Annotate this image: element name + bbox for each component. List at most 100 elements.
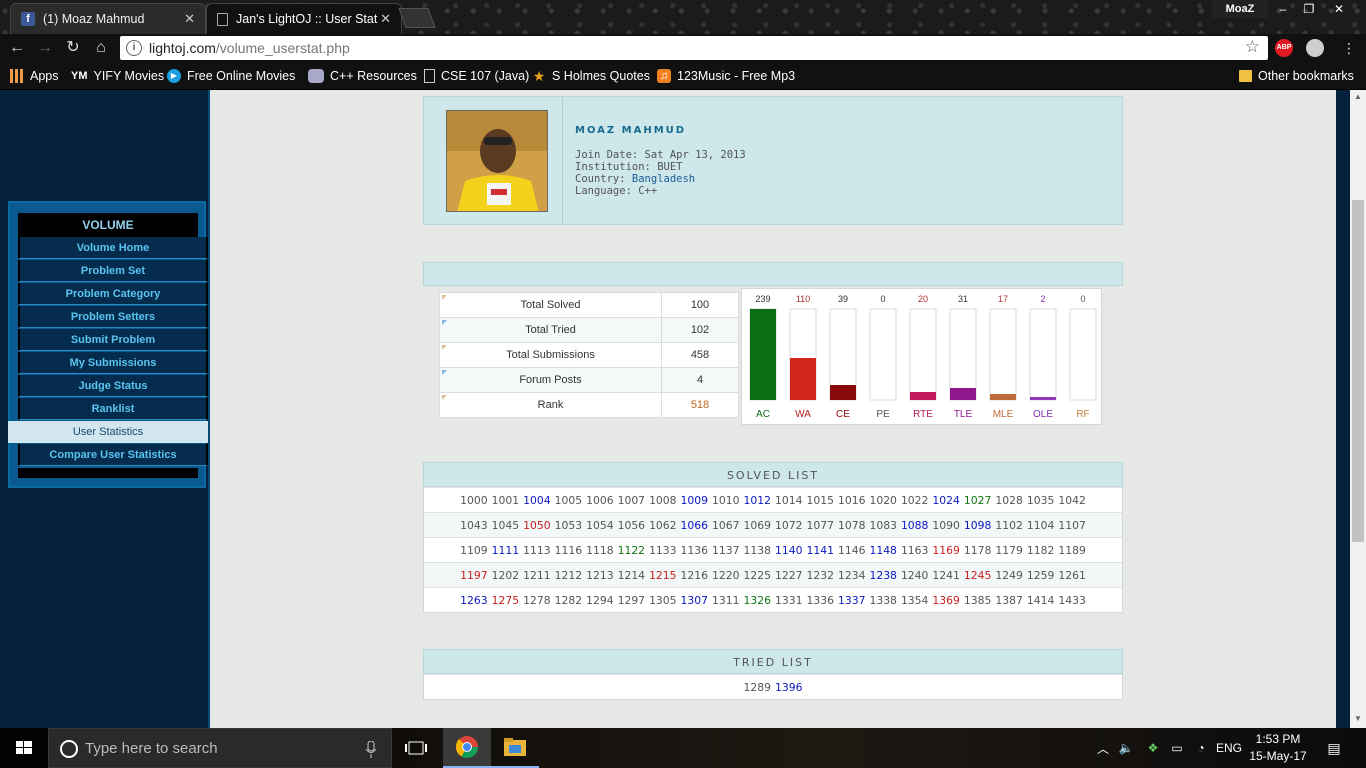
problem-id-link[interactable]: 1146 [838,544,865,557]
problem-id-link[interactable]: 1294 [586,594,613,607]
problem-id-link[interactable]: 1020 [869,494,896,507]
problem-id-link[interactable]: 1240 [901,569,928,582]
scrollbar-thumb[interactable] [1352,200,1364,542]
problem-id-link[interactable]: 1259 [1027,569,1054,582]
start-button[interactable] [0,728,48,768]
problem-id-link[interactable]: 1010 [712,494,739,507]
problem-id-link[interactable]: 1083 [869,519,896,532]
extension-icon[interactable] [1306,39,1324,57]
task-view-icon[interactable] [392,728,440,768]
problem-id-link[interactable]: 1211 [523,569,550,582]
forward-arrow-icon[interactable]: → [34,37,56,59]
bookmark-other[interactable]: Other bookmarks [1239,62,1354,90]
problem-id-link[interactable]: 1337 [838,594,865,607]
problem-id-link[interactable]: 1016 [838,494,865,507]
menu-item-problem-setters[interactable]: Problem Setters [18,306,208,328]
menu-item-user-statistics[interactable]: User Statistics [8,421,208,443]
problem-id-link[interactable]: 1140 [775,544,802,557]
problem-id-link[interactable]: 1336 [806,594,833,607]
problem-id-link[interactable]: 1067 [712,519,739,532]
problem-id-link[interactable]: 1008 [649,494,676,507]
bookmark-apps[interactable]: Apps [10,62,59,90]
tab-facebook[interactable]: f (1) Moaz Mahmud ✕ [10,3,206,34]
address-bar[interactable]: i lightoj.com/volume_userstat.php ☆ [120,36,1268,60]
problem-id-link[interactable]: 1331 [775,594,802,607]
problem-id-link[interactable]: 1263 [460,594,487,607]
menu-item-compare-user-statistics[interactable]: Compare User Statistics [18,444,208,466]
problem-id-link[interactable]: 1202 [492,569,519,582]
problem-id-link[interactable]: 1004 [523,494,550,507]
problem-id-link[interactable]: 1012 [744,494,771,507]
problem-id-link[interactable]: 1238 [869,569,896,582]
problem-id-link[interactable]: 1387 [995,594,1022,607]
close-window-icon[interactable]: ✕ [1326,0,1352,18]
taskbar-clock[interactable]: 1:53 PM 15-May-17 [1240,731,1316,765]
problem-id-link[interactable]: 1111 [492,544,519,557]
problem-id-link[interactable]: 1001 [492,494,519,507]
problem-id-link[interactable]: 1062 [649,519,676,532]
problem-id-link[interactable]: 1102 [995,519,1022,532]
scroll-down-icon[interactable]: ▼ [1350,712,1366,726]
scroll-up-icon[interactable]: ▲ [1350,90,1366,104]
taskbar-search[interactable]: Type here to search [48,728,392,768]
problem-id-link[interactable]: 1009 [681,494,708,507]
problem-id-link[interactable]: 1056 [618,519,645,532]
problem-id-link[interactable]: 1109 [460,544,487,557]
bookmark-yify[interactable]: YM YIFY Movies [71,62,164,90]
problem-id-link[interactable]: 1249 [995,569,1022,582]
problem-id-link[interactable]: 1212 [555,569,582,582]
problem-id-link[interactable]: 1282 [555,594,582,607]
problem-id-link[interactable]: 1077 [806,519,833,532]
problem-id-link[interactable]: 1305 [649,594,676,607]
country-link[interactable]: Bangladesh [632,173,695,185]
tab-lightoj[interactable]: Jan's LightOJ :: User Stati ✕ [206,3,402,34]
problem-id-link[interactable]: 1045 [492,519,519,532]
problem-id-link[interactable]: 1396 [775,681,802,694]
problem-id-link[interactable]: 1028 [995,494,1022,507]
restore-icon[interactable]: ❐ [1296,0,1322,18]
bookmark-123music[interactable]: ♫ 123Music - Free Mp3 [657,62,795,90]
problem-id-link[interactable]: 1433 [1058,594,1085,607]
reload-icon[interactable]: ↻ [62,37,84,59]
problem-id-link[interactable]: 1311 [712,594,739,607]
problem-id-link[interactable]: 1069 [744,519,771,532]
sync-tray-icon[interactable]: ❖ [1142,728,1164,768]
wifi-icon[interactable]: ◔ [1190,728,1212,768]
problem-id-link[interactable]: 1136 [681,544,708,557]
problem-id-link[interactable]: 1414 [1027,594,1054,607]
close-tab-icon[interactable]: ✕ [380,11,391,27]
problem-id-link[interactable]: 1138 [744,544,771,557]
problem-id-link[interactable]: 1014 [775,494,802,507]
file-explorer-icon[interactable] [491,728,539,768]
problem-id-link[interactable]: 1163 [901,544,928,557]
tray-chevron-up-icon[interactable]: ︿ [1094,728,1112,768]
problem-id-link[interactable]: 1116 [555,544,582,557]
problem-id-link[interactable]: 1050 [523,519,550,532]
problem-id-link[interactable]: 1234 [838,569,865,582]
problem-id-link[interactable]: 1088 [901,519,928,532]
problem-id-link[interactable]: 1227 [775,569,802,582]
problem-id-link[interactable]: 1225 [744,569,771,582]
menu-kebab-icon[interactable]: ⋮ [1338,37,1360,59]
problem-id-link[interactable]: 1035 [1027,494,1054,507]
problem-id-link[interactable]: 1216 [681,569,708,582]
problem-id-link[interactable]: 1090 [932,519,959,532]
problem-id-link[interactable]: 1007 [618,494,645,507]
menu-item-my-submissions[interactable]: My Submissions [18,352,208,374]
problem-id-link[interactable]: 1214 [618,569,645,582]
bookmark-cpp[interactable]: C++ Resources [308,62,417,90]
problem-id-link[interactable]: 1104 [1027,519,1054,532]
problem-id-link[interactable]: 1385 [964,594,991,607]
problem-id-link[interactable]: 1027 [964,494,991,507]
problem-id-link[interactable]: 1197 [460,569,487,582]
minimize-icon[interactable]: – [1270,0,1296,18]
problem-id-link[interactable]: 1078 [838,519,865,532]
problem-id-link[interactable]: 1098 [964,519,991,532]
problem-id-link[interactable]: 1137 [712,544,739,557]
microphone-icon[interactable] [365,741,377,758]
menu-item-ranklist[interactable]: Ranklist [18,398,208,420]
problem-id-link[interactable]: 1213 [586,569,613,582]
home-icon[interactable]: ⌂ [90,37,112,59]
problem-id-link[interactable]: 1307 [681,594,708,607]
close-tab-icon[interactable]: ✕ [184,11,195,27]
